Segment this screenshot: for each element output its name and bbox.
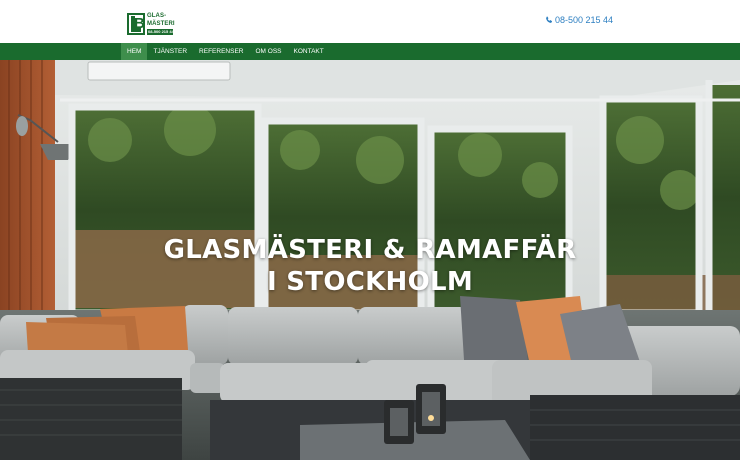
phone-icon	[545, 16, 553, 24]
logo-wordmark: GLAS- MÄSTERI 08-500 215 44	[147, 13, 175, 35]
nav-item-referenser[interactable]: REFERENSER	[193, 43, 249, 60]
nav-item-hem[interactable]: HEM	[121, 43, 148, 60]
nav-item-kontakt[interactable]: KONTAKT	[288, 43, 330, 60]
hero-title: GLASMÄSTERI & RAMAFFÄR I STOCKHOLM	[0, 234, 740, 298]
logo-line-1: GLAS-	[147, 13, 167, 19]
site-logo[interactable]: B GLAS- MÄSTERI 08-500 215 44	[127, 13, 175, 35]
header-phone-number: 08-500 215 44	[554, 15, 613, 25]
hero-title-line-2: I STOCKHOLM	[266, 267, 474, 297]
nav-item-tjanster[interactable]: TJÄNSTER	[147, 43, 193, 60]
site-header: B GLAS- MÄSTERI 08-500 215 44 08-500 215…	[0, 0, 740, 43]
logo-mark: B	[127, 13, 145, 35]
logo-line-2: MÄSTERI	[147, 21, 175, 27]
logo-phone-tag: 08-500 215 44	[147, 29, 174, 35]
nav-item-om-oss[interactable]: OM OSS	[249, 43, 287, 60]
hero-banner: GLASMÄSTERI & RAMAFFÄR I STOCKHOLM	[0, 60, 740, 460]
header-phone-link[interactable]: 08-500 215 44	[545, 14, 613, 26]
main-nav: HEM TJÄNSTER REFERENSER OM OSS KONTAKT	[0, 43, 740, 60]
nav-items: HEM TJÄNSTER REFERENSER OM OSS KONTAKT	[121, 43, 330, 60]
hero-title-line-1: GLASMÄSTERI & RAMAFFÄR	[163, 235, 577, 265]
